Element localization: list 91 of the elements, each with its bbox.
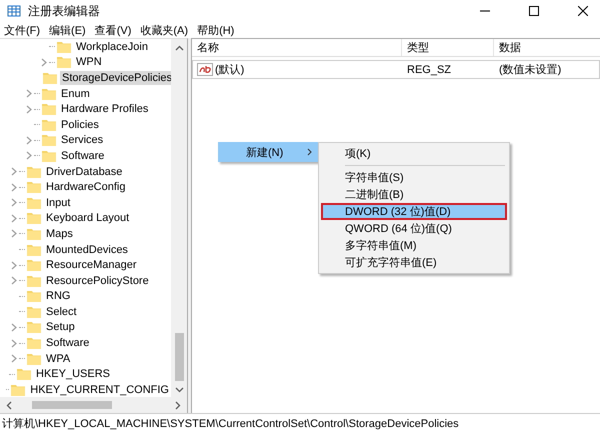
tree-item[interactable]: Hardware Profiles: [59, 102, 150, 116]
folder-icon: [27, 196, 41, 209]
tree-item[interactable]: RNG: [44, 289, 72, 304]
expand-chevron-icon[interactable]: [11, 229, 17, 238]
scroll-right-icon[interactable]: [175, 400, 181, 410]
menu-item[interactable]: 项(K): [321, 145, 507, 162]
menu-item[interactable]: 多字符串值(M): [321, 237, 507, 254]
tree-item[interactable]: MountedDevices: [44, 242, 130, 257]
folder-icon: [42, 103, 56, 116]
tree-item[interactable]: DriverDatabase: [44, 164, 124, 179]
expand-chevron-icon[interactable]: [26, 104, 32, 114]
menu-item[interactable]: 二进制值(B): [321, 186, 507, 203]
tree-item[interactable]: Services: [59, 133, 106, 148]
column-header[interactable]: 类型: [402, 39, 494, 56]
expand-chevron-icon[interactable]: [11, 167, 17, 176]
tree-item[interactable]: Maps: [44, 226, 75, 241]
horizontal-scrollbar[interactable]: [0, 397, 187, 413]
menu-item[interactable]: DWORD (32 位)值(D): [321, 203, 507, 220]
expand-chevron-icon[interactable]: [11, 338, 17, 348]
folder-icon: [42, 118, 56, 131]
folder-icon: [17, 368, 31, 380]
folder-icon: [27, 274, 41, 287]
menu-item[interactable]: 字符串值(S): [321, 169, 507, 186]
menu-item[interactable]: 可扩充字符串值(E): [321, 254, 507, 271]
expand-chevron-icon[interactable]: [26, 151, 32, 160]
folder-icon: [27, 244, 41, 256]
column-header[interactable]: 名称: [192, 39, 402, 56]
scroll-thumb[interactable]: [174, 333, 184, 381]
table-cell-text: (默认): [215, 63, 244, 77]
folder-icon: [27, 228, 41, 240]
table-cell-text: (数值未设置): [498, 63, 562, 77]
folder-icon: [57, 40, 71, 53]
folder-icon: [42, 88, 56, 100]
folder-icon: [27, 321, 41, 334]
expand-chevron-icon[interactable]: [11, 276, 17, 286]
table-cell-text: REG_SZ: [406, 64, 452, 76]
expand-chevron-icon[interactable]: [11, 260, 17, 270]
folder-icon: [27, 337, 41, 350]
tree-item[interactable]: WPA: [44, 352, 72, 366]
folder-icon: [27, 259, 41, 272]
menu-item[interactable]: 收藏夹(A): [140, 22, 188, 38]
string-value-icon: [197, 63, 213, 76]
expand-chevron-icon[interactable]: [26, 136, 32, 145]
scroll-thumb[interactable]: [32, 401, 112, 409]
expand-chevron-icon[interactable]: [11, 182, 17, 192]
menu-item[interactable]: 文件(F): [4, 22, 40, 38]
menu-item[interactable]: 帮助(H): [197, 22, 234, 38]
registry-icon: [7, 4, 21, 18]
tree-item[interactable]: WPN: [74, 55, 104, 70]
menu-item[interactable]: 编辑(E): [49, 22, 86, 38]
tree-item[interactable]: ResourcePolicyStore: [44, 274, 151, 288]
tree-item[interactable]: WorkplaceJoin: [74, 40, 150, 54]
expand-chevron-icon[interactable]: [11, 198, 17, 208]
folder-icon: [27, 212, 41, 224]
folder-icon: [43, 72, 57, 84]
folder-icon: [27, 306, 41, 318]
tree-item[interactable]: Software: [59, 148, 106, 163]
column-header[interactable]: 数据: [494, 39, 600, 56]
close-icon[interactable]: [578, 6, 588, 16]
folder-icon: [42, 134, 56, 146]
tree-item[interactable]: Enum: [59, 86, 92, 101]
tree-item[interactable]: Software: [44, 336, 92, 350]
menu-item[interactable]: QWORD (64 位)值(Q): [321, 220, 507, 237]
expand-chevron-icon[interactable]: [11, 322, 17, 332]
tree-item[interactable]: Keyboard Layout: [44, 211, 132, 226]
expand-chevron-icon[interactable]: [11, 214, 17, 223]
scroll-left-icon[interactable]: [6, 400, 12, 410]
tree-item[interactable]: ResourceManager: [44, 258, 138, 272]
folder-icon: [27, 290, 41, 302]
tree-item[interactable]: Input: [44, 196, 72, 210]
folder-icon: [27, 166, 41, 178]
folder-icon: [42, 150, 56, 162]
tree-item[interactable]: HKEY_CURRENT_CONFIG: [28, 382, 171, 397]
folder-icon: [27, 181, 41, 194]
scroll-up-icon[interactable]: [174, 45, 184, 51]
maximize-icon[interactable]: [529, 6, 539, 16]
expand-chevron-icon[interactable]: [26, 89, 32, 98]
folder-icon: [57, 56, 71, 68]
expand-chevron-icon[interactable]: [41, 58, 47, 67]
tree-item[interactable]: Select: [44, 304, 79, 319]
tree-item[interactable]: HKEY_USERS: [34, 367, 112, 382]
vertical-scrollbar[interactable]: [171, 39, 187, 397]
tree-item[interactable]: Setup: [44, 320, 77, 334]
expand-chevron-icon[interactable]: [11, 354, 17, 364]
window-title: 注册表编辑器: [28, 2, 100, 20]
scroll-down-icon[interactable]: [174, 387, 184, 393]
menu-item[interactable]: 查看(V): [94, 22, 132, 38]
folder-icon: [27, 352, 41, 365]
tree-item[interactable]: Policies: [59, 118, 101, 132]
tree-item[interactable]: HardwareConfig: [44, 180, 128, 194]
folder-icon: [11, 384, 26, 396]
